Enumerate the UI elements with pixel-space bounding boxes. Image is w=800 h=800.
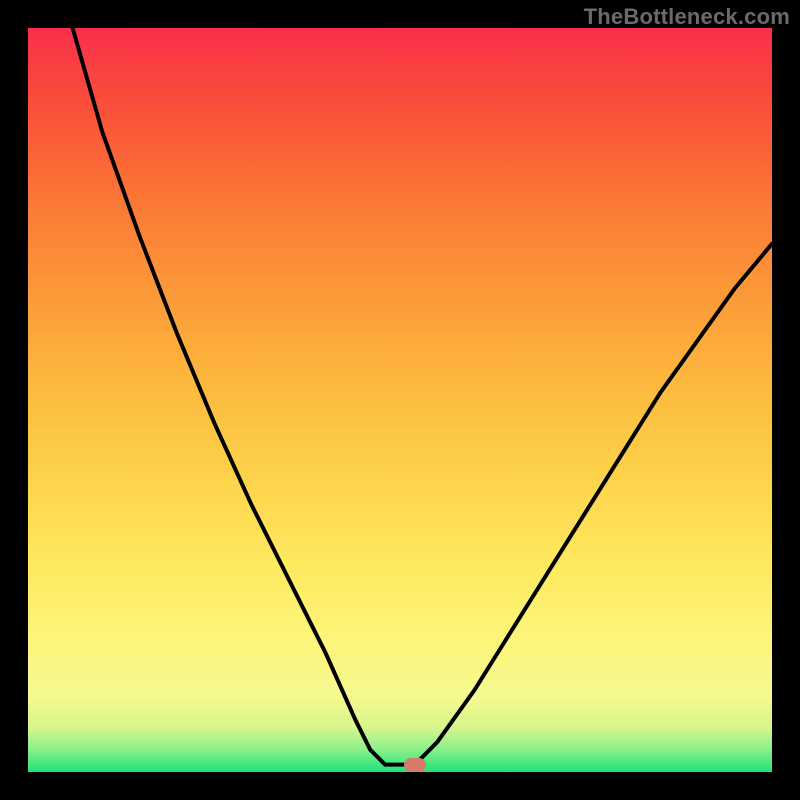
curve-svg <box>28 28 772 772</box>
chart-frame: TheBottleneck.com <box>0 0 800 800</box>
bottleneck-curve <box>73 28 772 765</box>
watermark-text: TheBottleneck.com <box>584 4 790 30</box>
plot-area <box>28 28 772 772</box>
min-marker-icon <box>404 758 426 772</box>
